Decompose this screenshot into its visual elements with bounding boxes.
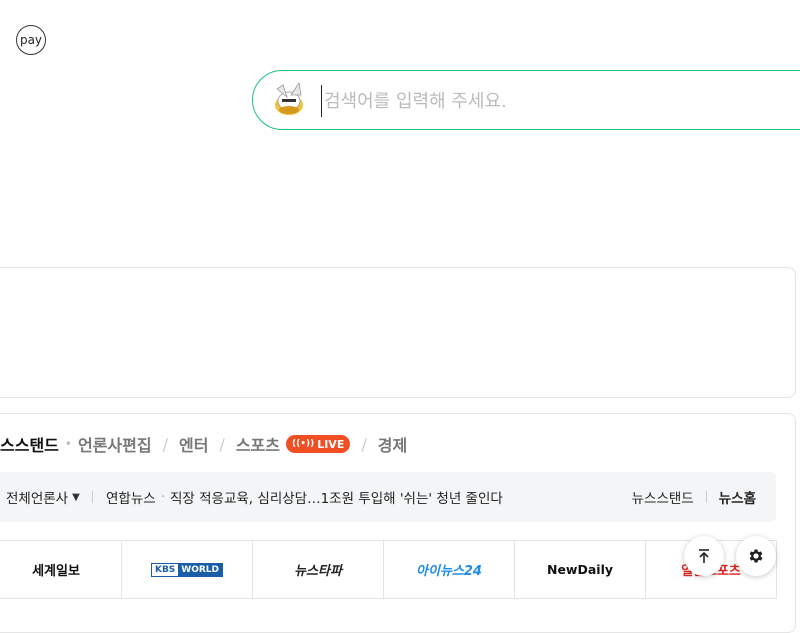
dot-separator: ·: [161, 489, 166, 505]
inews24-logo: 아이뉴스24: [416, 564, 482, 579]
arrow-up-icon: [699, 549, 709, 563]
tab-separator: /: [361, 434, 367, 454]
live-label: LIVE: [317, 437, 345, 451]
caret-down-icon: ▼: [72, 491, 80, 503]
scroll-top-button[interactable]: [684, 536, 724, 576]
headline-link[interactable]: 직장 적응교육, 심리상담…1조원 투입해 '쉬는' 청년 줄인다: [170, 487, 503, 507]
tab-entertainment[interactable]: 엔터: [179, 432, 208, 456]
newstapa-logo: 뉴스타파: [294, 564, 342, 579]
segye-logo: 세계일보: [32, 564, 80, 579]
tab-sports[interactable]: 스포츠: [236, 432, 280, 456]
kbs-text: KBS: [151, 564, 179, 575]
search-input[interactable]: [321, 85, 786, 117]
mascot-icon: [275, 81, 303, 115]
newsstand-link[interactable]: 뉴스스탠드: [632, 487, 694, 507]
press-logo-grid: 세계일보 KBS WORLD 뉴스타파 아이뉴스24 NewDaily 일간스포…: [0, 540, 777, 601]
world-text: WORLD: [178, 563, 223, 576]
news-home-link[interactable]: 뉴스홈: [719, 487, 756, 507]
pay-label: pay: [19, 33, 43, 47]
tab-separator: •: [64, 437, 72, 451]
press-logo-cell[interactable]: NewDaily: [515, 541, 646, 599]
pay-button[interactable]: pay: [16, 25, 46, 55]
headline-bar: 전체언론사 ▼ 연합뉴스 · 직장 적응교육, 심리상담…1조원 투입해 '쉬는…: [0, 472, 776, 522]
divider: [705, 491, 707, 503]
press-logo-cell[interactable]: 아이뉴스24: [384, 541, 515, 599]
press-select-label: 전체언론사: [6, 491, 69, 507]
broadcast-icon: ((•)): [291, 439, 315, 449]
press-logo-cell[interactable]: KBS WORLD: [122, 541, 253, 599]
gear-icon: [749, 549, 763, 563]
press-logo-cell[interactable]: 세계일보: [0, 541, 122, 599]
tab-press-edit[interactable]: 언론사편집: [78, 432, 152, 456]
divider: [92, 491, 93, 503]
tab-separator: /: [162, 434, 168, 454]
kbs-world-logo: KBS WORLD: [150, 562, 224, 577]
right-links: 뉴스스탠드 뉴스홈: [632, 487, 756, 507]
live-badge[interactable]: ((•)) LIVE: [285, 435, 351, 453]
tab-separator: /: [219, 434, 225, 454]
tab-newsstand[interactable]: 스스탠드: [0, 432, 59, 456]
press-logo-cell[interactable]: 뉴스타파: [253, 541, 384, 599]
headline-press[interactable]: 연합뉴스: [106, 487, 156, 507]
settings-button[interactable]: [736, 536, 776, 576]
search-box[interactable]: [252, 70, 800, 130]
news-tabs: 스스탠드 • 언론사편집 / 엔터 / 스포츠 ((•)) LIVE / 경제: [0, 432, 407, 456]
press-select[interactable]: 전체언론사 ▼: [6, 487, 80, 507]
tab-economy[interactable]: 경제: [378, 432, 407, 456]
banner-panel: [0, 267, 796, 398]
newdaily-logo: NewDaily: [546, 562, 613, 577]
